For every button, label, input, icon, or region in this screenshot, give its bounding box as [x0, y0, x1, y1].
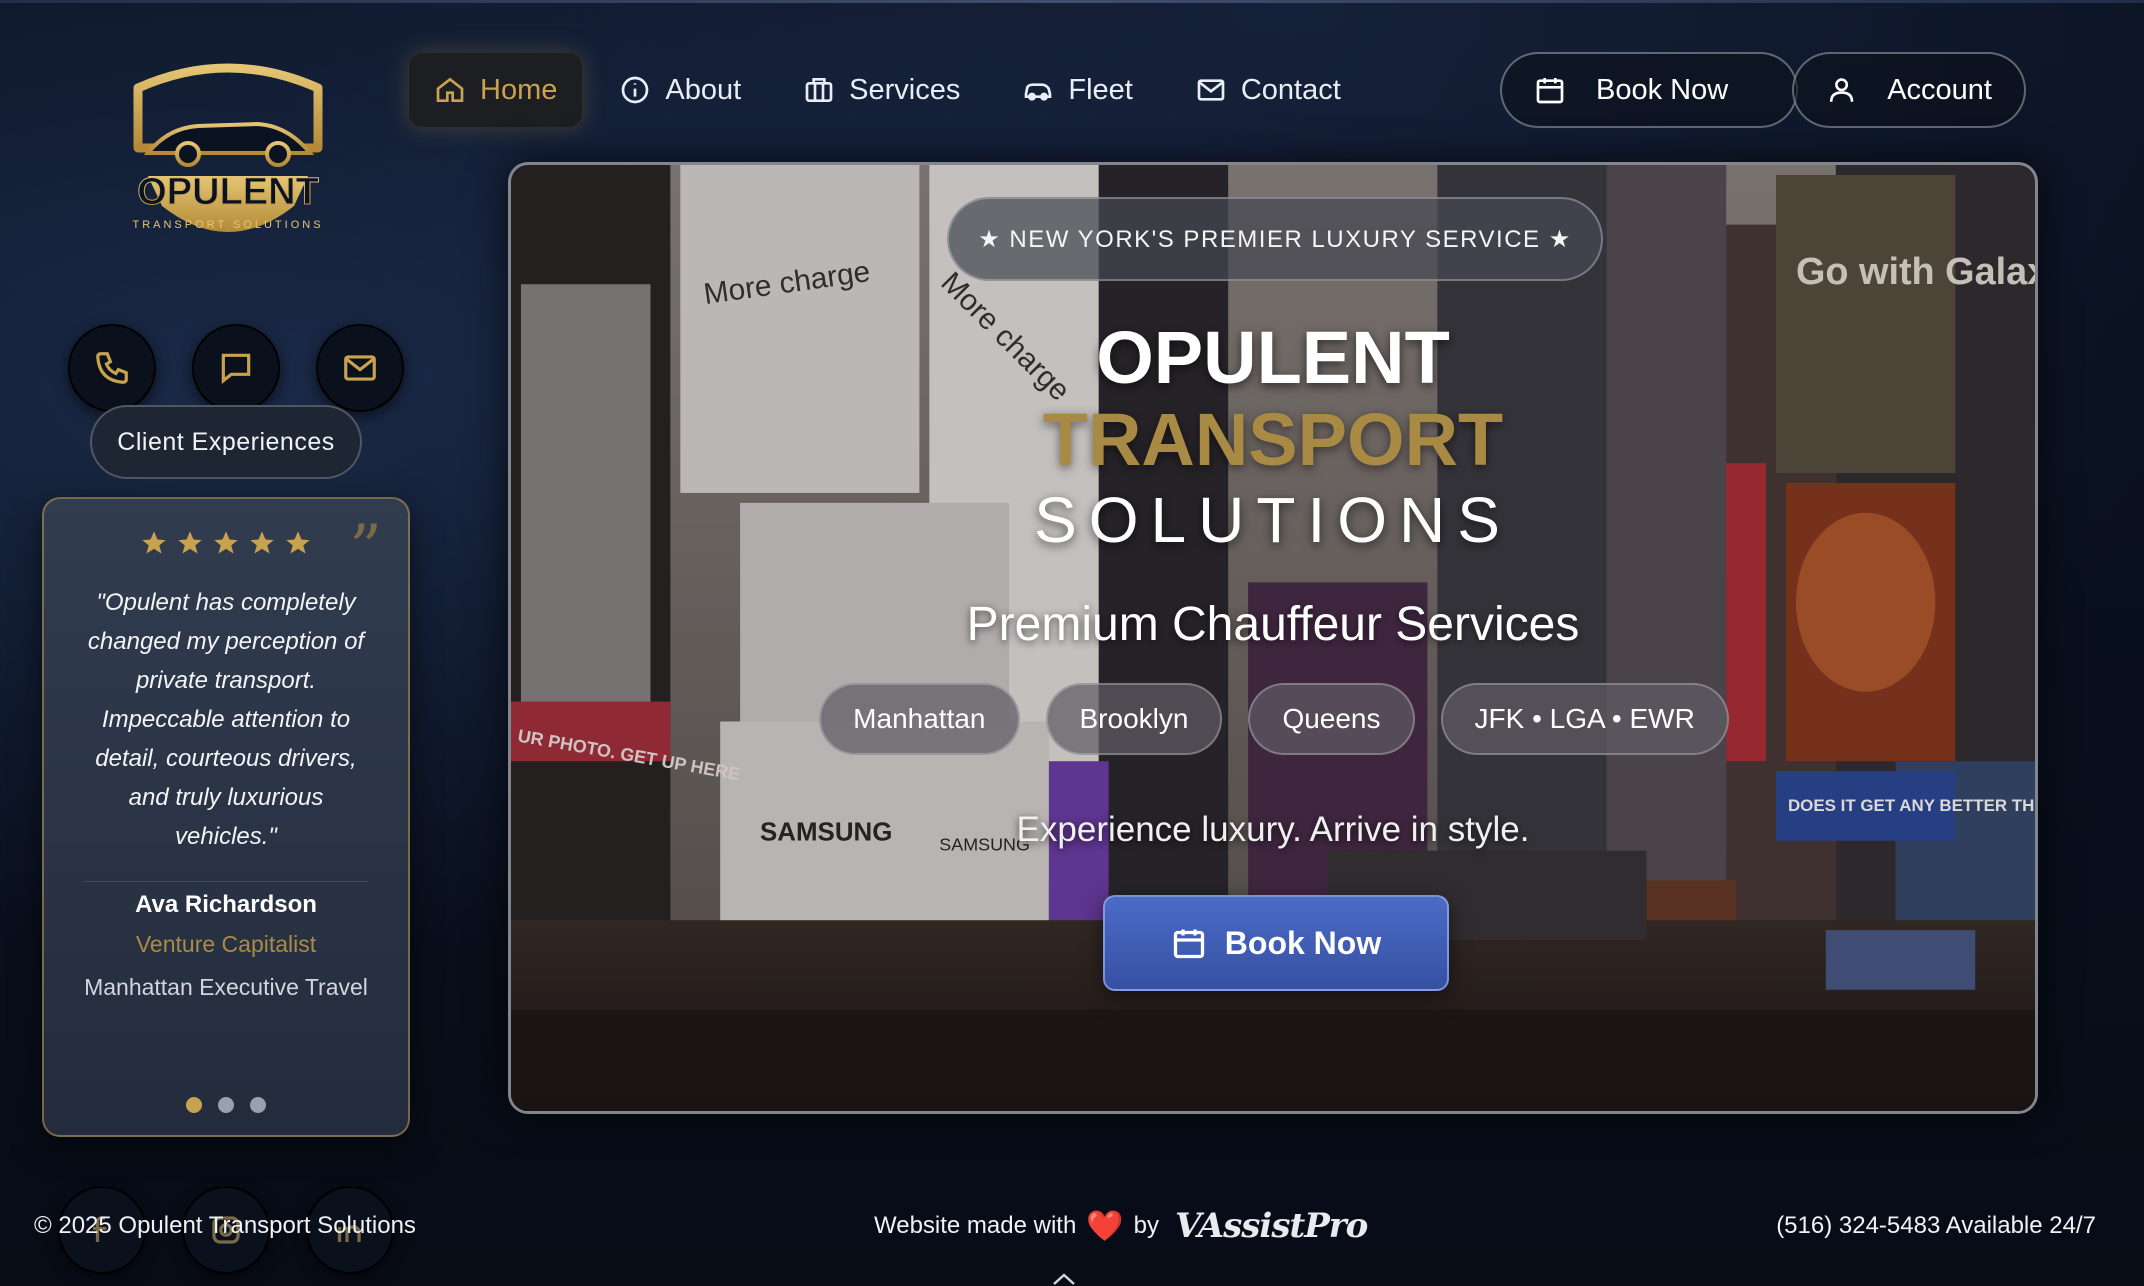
- chat-button[interactable]: [192, 324, 280, 412]
- nav-label-home: Home: [480, 73, 558, 106]
- nav-label-contact: Contact: [1240, 73, 1341, 106]
- chat-icon: [221, 353, 251, 384]
- book-now-label: Book Now: [1596, 73, 1729, 106]
- nav-item-contact[interactable]: Contact: [1169, 52, 1367, 128]
- nav-item-services[interactable]: Services: [777, 52, 986, 128]
- chip-manhattan[interactable]: Manhattan: [819, 683, 1020, 755]
- chip-queens[interactable]: Queens: [1248, 683, 1415, 755]
- heart-icon: ❤️: [1086, 1209, 1124, 1243]
- star-icon: [286, 531, 310, 554]
- carousel-dots: [44, 1097, 408, 1113]
- briefcase-icon: [805, 78, 833, 102]
- home-icon: [436, 77, 464, 102]
- hero-book-now-label: Book Now: [1224, 924, 1382, 961]
- star-icon: [142, 531, 166, 554]
- logo-title: OPULENT: [137, 171, 319, 213]
- testimonial-quote: "Opulent has completely changed my perce…: [87, 589, 365, 850]
- hero-tagline: Experience luxury. Arrive in style.: [1016, 810, 1530, 849]
- testimonial-card: ” "Opulent has completely changed my per…: [42, 497, 410, 1137]
- hero-badge: ★ NEW YORK'S PREMIER LUXURY SERVICE ★: [947, 197, 1603, 281]
- chip-airports[interactable]: JFK • LGA • EWR: [1440, 683, 1729, 755]
- account-label: Account: [1887, 73, 1992, 106]
- nav-label-fleet: Fleet: [1068, 73, 1133, 106]
- nav-label-services: Services: [849, 73, 961, 106]
- nav-item-fleet[interactable]: Fleet: [996, 52, 1158, 128]
- email-button[interactable]: [316, 324, 404, 412]
- nav-item-about[interactable]: About: [593, 52, 767, 128]
- info-icon: [622, 76, 649, 104]
- client-experiences-label: Client Experiences: [90, 405, 362, 479]
- account-button[interactable]: Account: [1792, 52, 2026, 128]
- logo-subtitle: TRANSPORT SOLUTIONS: [132, 219, 323, 231]
- vassistpro-logo-link[interactable]: VAssistPro: [1175, 1206, 1368, 1246]
- star-icon: [214, 531, 238, 554]
- quote-icon: ”: [349, 512, 382, 586]
- location-chips: Manhattan Brooklyn Queens JFK • LGA • EW…: [511, 683, 2035, 755]
- carousel-dot-2[interactable]: [218, 1097, 234, 1113]
- testimonial-role: Venture Capitalist: [135, 931, 317, 957]
- nav-label-about: About: [665, 73, 742, 106]
- star-icon: [178, 531, 202, 554]
- calendar-icon: [1536, 78, 1564, 104]
- hero-book-now-button[interactable]: Book Now: [1103, 895, 1449, 991]
- book-now-button[interactable]: Book Now: [1500, 52, 1798, 128]
- chevron-up-icon: [1053, 1273, 1075, 1285]
- hero-title-transport: TRANSPORT: [1042, 398, 1504, 481]
- footer-credit: Website made with ❤️ by VAssistPro: [874, 1206, 1368, 1246]
- hero-title-opulent: OPULENT: [1096, 316, 1450, 399]
- testimonial-author: Ava Richardson: [135, 891, 317, 918]
- calendar-icon: [1173, 929, 1204, 959]
- window-top-edge: [0, 0, 2144, 3]
- footer-phone[interactable]: (516) 324-5483 Available 24/7: [1776, 1212, 2096, 1240]
- carousel-dot-1[interactable]: [186, 1097, 202, 1113]
- hero-content: ★ NEW YORK'S PREMIER LUXURY SERVICE ★ OP…: [511, 165, 2035, 1111]
- hero-subtitle: Premium Chauffeur Services: [966, 598, 1580, 651]
- brand-logo[interactable]: OPULENT TRANSPORT SOLUTIONS: [118, 58, 338, 268]
- footer-made-with: Website made with: [874, 1212, 1077, 1239]
- car-icon: [1025, 83, 1052, 101]
- footer-copyright: © 2025 Opulent Transport Solutions: [34, 1212, 416, 1239]
- footer-by: by: [1133, 1212, 1160, 1239]
- carousel-dot-3[interactable]: [250, 1097, 266, 1113]
- testimonial-divider: [84, 881, 368, 882]
- mail-icon: [1197, 79, 1225, 101]
- mail-icon: [344, 355, 376, 381]
- phone-button[interactable]: [68, 324, 156, 412]
- rating-stars: [140, 529, 312, 557]
- main-nav: Home About Services Fleet Contact: [408, 52, 1377, 128]
- testimonial-company: Manhattan Executive Travel: [84, 974, 368, 1000]
- star-icon: [250, 531, 274, 554]
- user-icon: [1829, 78, 1854, 102]
- hero-title-solutions: SOLUTIONS: [1034, 484, 1512, 556]
- chip-brooklyn[interactable]: Brooklyn: [1045, 683, 1223, 755]
- hero-section: More charge More charge SAMSUNG SAMSUNG …: [508, 162, 2038, 1114]
- scroll-up-button[interactable]: [1052, 1272, 1076, 1286]
- phone-icon: [96, 352, 128, 384]
- nav-item-home[interactable]: Home: [408, 52, 584, 128]
